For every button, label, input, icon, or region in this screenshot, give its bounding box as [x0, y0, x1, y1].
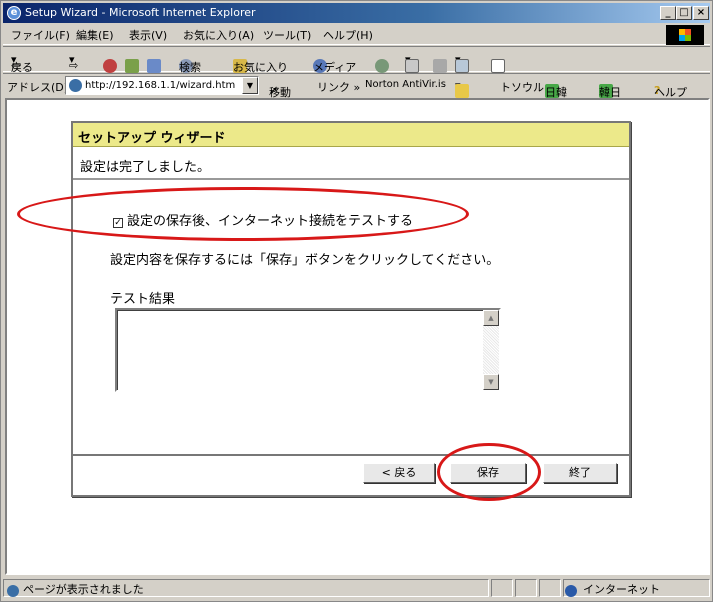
title-bar: e Setup Wizard - Microsoft Internet Expl…	[3, 3, 710, 23]
minimize-button[interactable]: _	[660, 6, 676, 20]
edit-button[interactable]: ▾	[455, 53, 469, 73]
home-icon	[147, 59, 161, 73]
window-title: Setup Wizard - Microsoft Internet Explor…	[25, 6, 256, 19]
mail-icon	[405, 59, 419, 73]
back-button[interactable]: ⇦ 戻る ▾	[11, 53, 33, 74]
finish-button[interactable]: 終了	[543, 463, 617, 483]
test-connection-option[interactable]: ✓ 設定の保存後、インターネット接続をテストする	[113, 210, 413, 229]
close-button[interactable]: ×	[693, 6, 709, 20]
norton-icon	[455, 84, 469, 98]
refresh-icon	[125, 59, 139, 73]
page-content: セットアップ ウィザード 設定は完了しました。 ✓ 設定の保存後、インターネット接…	[5, 98, 710, 575]
wizard-panel: セットアップ ウィザード 設定は完了しました。 ✓ 設定の保存後、インターネット接…	[71, 121, 631, 497]
status-zone: インターネット	[583, 583, 660, 596]
edit-icon	[455, 59, 469, 73]
save-button[interactable]: 保存	[450, 463, 526, 483]
status-pane	[539, 579, 561, 597]
test-result-scrollbar[interactable]: ▲ ▼	[483, 310, 499, 390]
links-button[interactable]: リンク »	[317, 79, 360, 95]
page-icon	[69, 79, 82, 92]
menu-view[interactable]: 表示(V)	[129, 27, 167, 43]
history-icon	[375, 59, 389, 73]
address-bar: アドレス(D) ▼ ➚移動 リンク » Norton AntiVir.is ▾ …	[3, 73, 710, 99]
mail-button[interactable]: ▾	[405, 53, 419, 73]
menu-help[interactable]: ヘルプ(H)	[323, 27, 373, 43]
toolbar: ⇦ 戻る ▾ ⇨ ▾ 検索 お気に入り メディア ▾ ▾	[3, 46, 710, 74]
wizard-status-row: 設定は完了しました。	[73, 148, 629, 180]
scroll-down-icon[interactable]: ▼	[483, 374, 499, 390]
wizard-header: セットアップ ウィザード	[73, 123, 629, 147]
status-message: ページが表示されました	[23, 583, 144, 596]
scroll-up-icon[interactable]: ▲	[483, 310, 499, 326]
status-pane	[491, 579, 513, 597]
test-result-label: テスト結果	[110, 292, 176, 307]
menu-tools[interactable]: ツール(T)	[263, 27, 311, 43]
address-input[interactable]	[85, 78, 237, 93]
ie-icon: e	[7, 6, 21, 20]
address-dropdown-button[interactable]: ▼	[242, 77, 258, 94]
windows-logo-icon	[666, 25, 704, 45]
page-done-icon	[7, 585, 19, 597]
norton-button[interactable]: ▾	[455, 79, 469, 98]
menu-favorites[interactable]: お気に入り(A)	[183, 27, 254, 43]
maximize-button[interactable]: □	[676, 6, 692, 20]
forward-button[interactable]: ⇨ ▾	[69, 53, 78, 72]
test-connection-checkbox[interactable]: ✓	[113, 218, 123, 228]
browser-window: e Setup Wizard - Microsoft Internet Expl…	[0, 0, 713, 602]
menu-bar: ファイル(F) 編集(E) 表示(V) お気に入り(A) ツール(T) ヘルプ(…	[3, 23, 710, 45]
wizard-status: 設定は完了しました。	[80, 160, 211, 175]
print-icon	[433, 59, 447, 73]
search-box-link[interactable]: トソウル	[500, 79, 544, 95]
wizard-title: セットアップ ウィザード	[78, 131, 226, 146]
status-pane	[515, 579, 537, 597]
address-label: アドレス(D)	[7, 81, 69, 94]
test-connection-label: 設定の保存後、インターネット接続をテストする	[127, 214, 414, 229]
address-box[interactable]: ▼	[65, 76, 259, 95]
stop-icon	[103, 59, 117, 73]
footer-divider	[73, 454, 629, 456]
test-result-textarea[interactable]: ▲ ▼	[115, 308, 501, 392]
test-result-value	[117, 310, 499, 390]
menu-file[interactable]: ファイル(F)	[11, 27, 70, 43]
discuss-icon	[491, 59, 505, 73]
norton-link[interactable]: Norton AntiVir.is	[365, 79, 446, 90]
back-wizard-button[interactable]: < 戻る	[363, 463, 435, 483]
menu-edit[interactable]: 編集(E)	[76, 27, 114, 43]
status-bar: ページが表示されました インターネット	[3, 577, 710, 599]
forward-arrow-icon: ⇨	[69, 59, 79, 72]
save-instruction: 設定内容を保存するには「保存」ボタンをクリックしてください。	[110, 253, 500, 268]
